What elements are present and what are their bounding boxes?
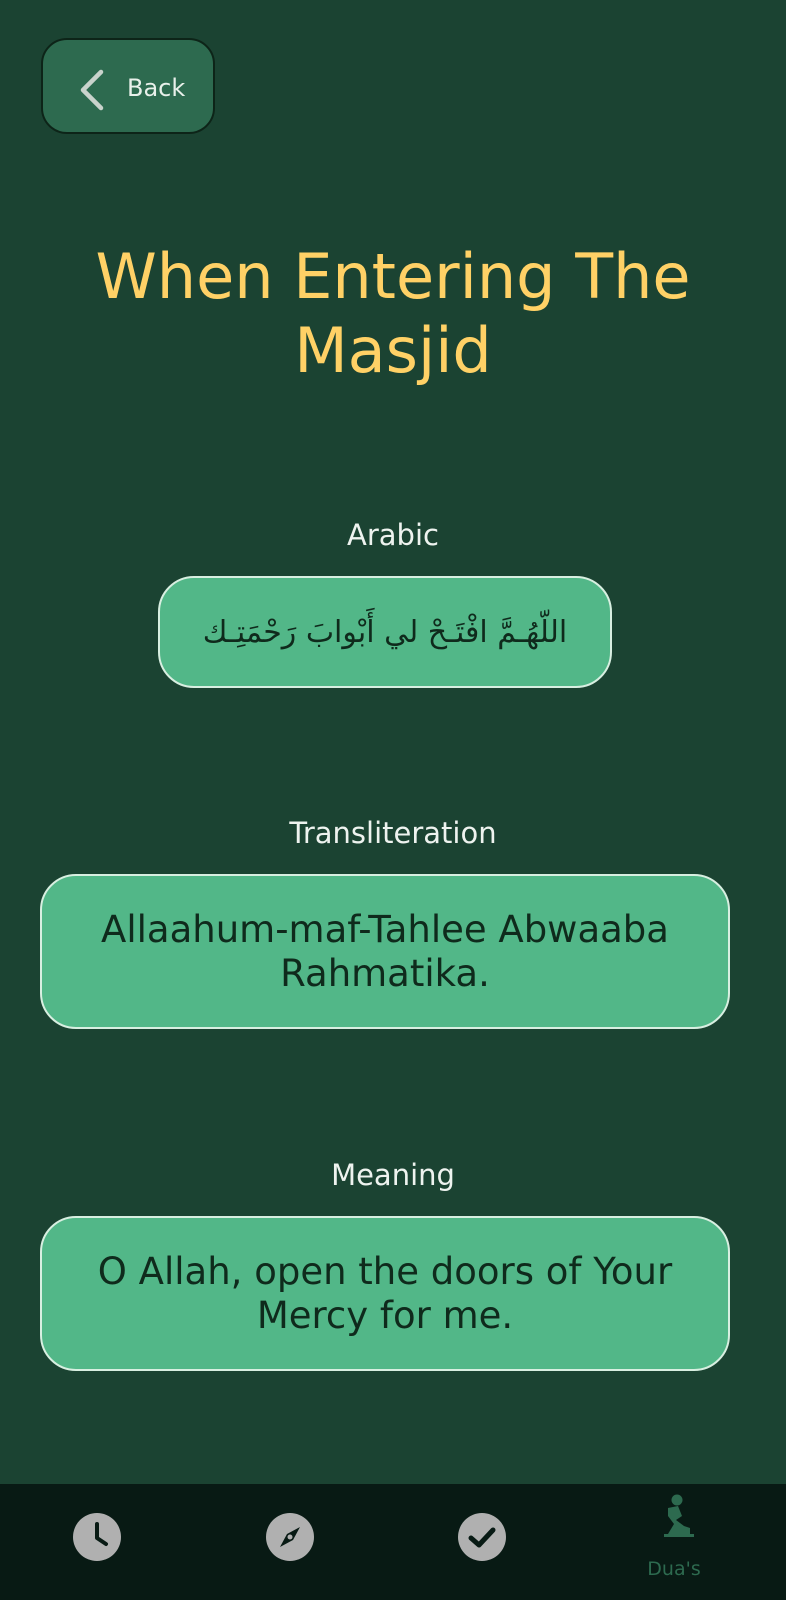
arabic-section-label: Arabic [347,518,439,552]
check-icon [458,1513,506,1561]
transliteration-card: Allaahum-maf-Tahlee Abwaaba Rahmatika. [40,874,730,1029]
meaning-section-label: Meaning [331,1158,455,1192]
back-button[interactable]: Back [41,38,215,134]
nav-item-compass[interactable] [229,1484,349,1600]
page-title: When Entering The Masjid [95,240,691,387]
nav-item-check[interactable] [421,1484,541,1600]
transliteration-section-label: Transliteration [289,816,497,850]
nav-item-clock[interactable] [36,1484,156,1600]
nav-label-duas: Dua's [647,1558,701,1580]
arabic-card: اللّهُـمَّ افْتَـحْ لي أَبْوابَ رَحْمَتِ… [158,576,612,688]
clock-icon [73,1513,121,1561]
compass-icon [266,1513,314,1561]
nav-item-duas[interactable]: Dua's [614,1484,734,1600]
back-label: Back [127,74,186,102]
meaning-card: O Allah, open the doors of Your Mercy fo… [40,1216,730,1371]
praying-person-icon [664,1494,694,1537]
bottom-nav: Dua's [0,1484,786,1600]
chevron-left-icon [80,69,104,111]
